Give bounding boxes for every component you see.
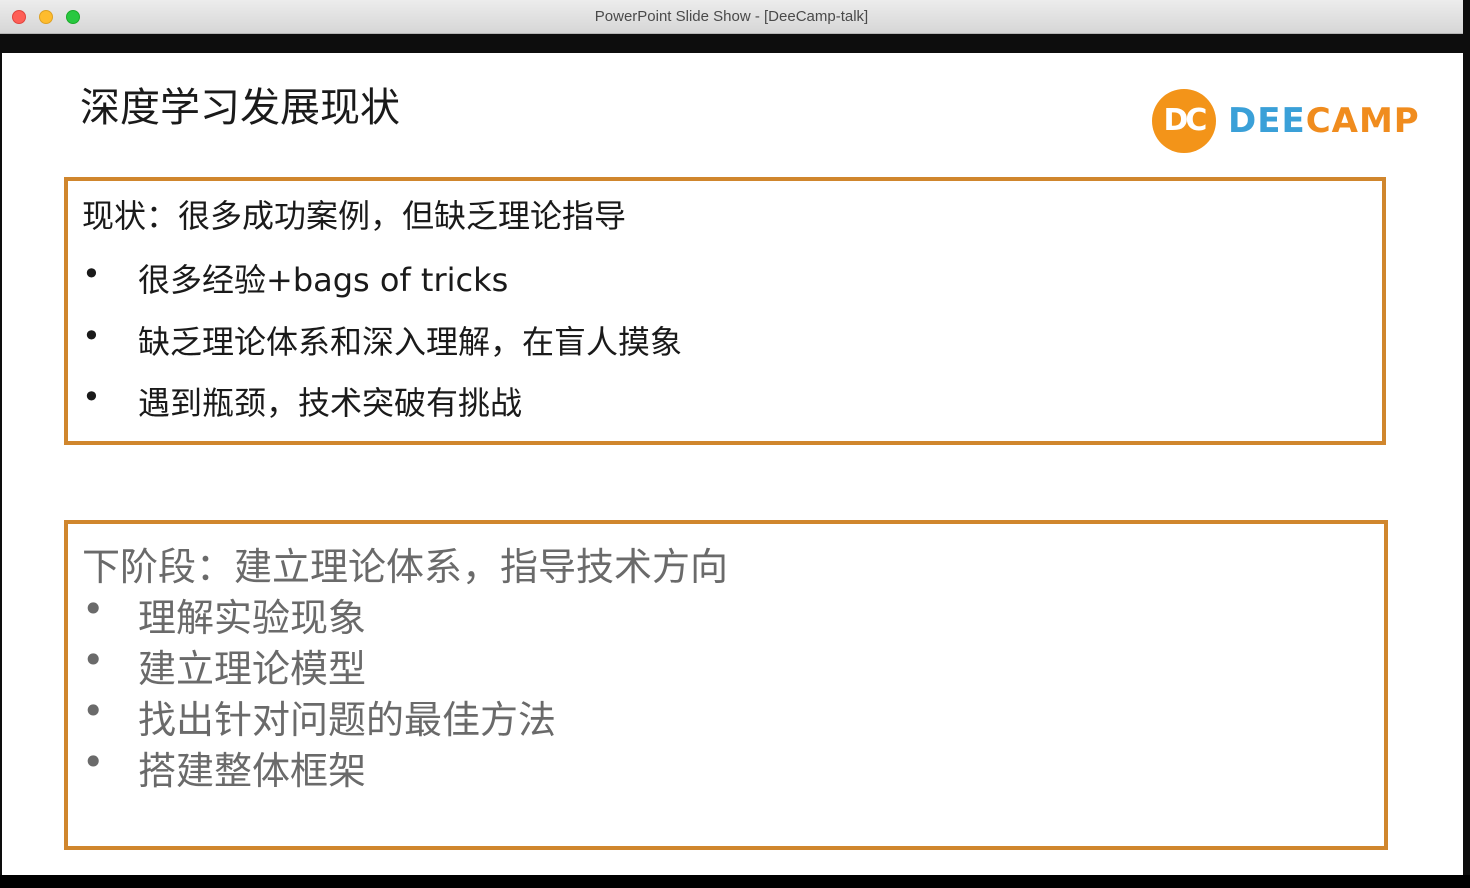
list-item-text: 理解实验现象 (138, 596, 367, 640)
slide-title: 深度学习发展现状 (80, 85, 400, 131)
window-title: PowerPoint Slide Show - [DeeCamp-talk] (594, 8, 869, 25)
list-item-text: 缺乏理论体系和深入理解，在盲人摸象 (138, 323, 683, 361)
bullet: • (82, 587, 105, 631)
next-stage-box: 下阶段：建立理论体系，指导技术方向 • 理解实验现象 • 建立理论模型 • 找出… (64, 520, 1388, 850)
list-item-text: 遇到瓶颈，技术突破有挑战 (138, 384, 523, 422)
bullet: • (82, 740, 105, 784)
list-item-text: 很多经验+bags of tricks (138, 261, 509, 299)
bullet: • (82, 378, 101, 416)
logo-mark: DC (1163, 103, 1208, 138)
current-status-heading: 现状：很多成功案例，但缺乏理论指导 (82, 197, 627, 235)
slide[interactable]: 深度学习发展现状 DC DEECAMP 现状：很多成功案例，但缺乏理论指导 • … (2, 53, 1463, 875)
bullet: • (82, 638, 105, 682)
current-status-box: 现状：很多成功案例，但缺乏理论指导 • 很多经验+bags of tricks … (64, 177, 1386, 445)
logo-text: DEECAMP (1228, 101, 1420, 141)
bullet: • (82, 689, 105, 733)
title-bar[interactable]: PowerPoint Slide Show - [DeeCamp-talk] (0, 0, 1463, 34)
logo-text-dee: DEE (1228, 101, 1306, 141)
list-item-text: 建立理论模型 (138, 647, 367, 691)
list-item-text: 搭建整体框架 (138, 749, 367, 793)
bullet: • (82, 317, 101, 355)
bottom-edge (0, 875, 1470, 888)
logo-text-camp: CAMP (1305, 101, 1420, 141)
bullet: • (82, 255, 101, 293)
slideshow-window: PowerPoint Slide Show - [DeeCamp-talk] 深… (0, 0, 1470, 888)
list-item-text: 找出针对问题的最佳方法 (138, 698, 557, 742)
deecamp-logo: DC DEECAMP (1152, 89, 1442, 153)
next-stage-heading: 下阶段：建立理论体系，指导技术方向 (82, 545, 729, 589)
